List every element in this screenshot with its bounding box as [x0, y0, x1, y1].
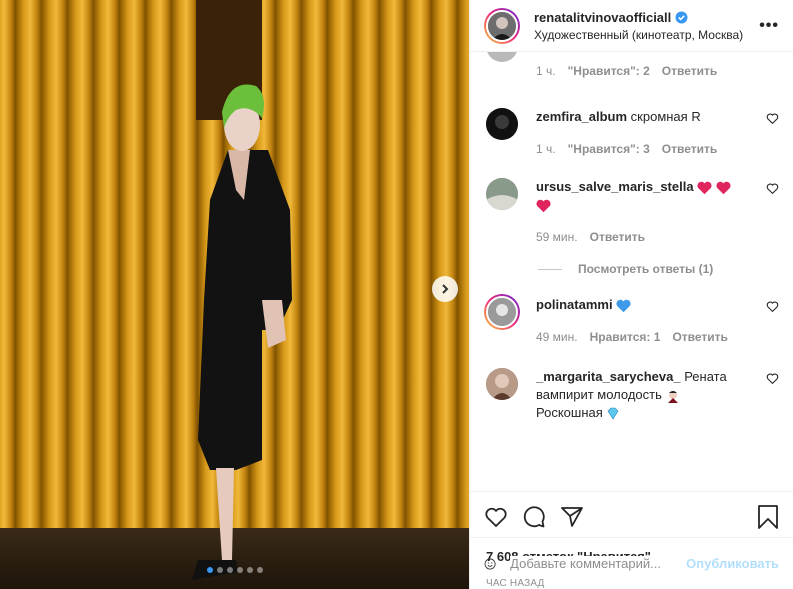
comment-item: _margarita_sarycheva_ Рената вампирит мо…	[486, 368, 779, 422]
comment-text: скромная R	[630, 109, 701, 124]
bookmark-icon	[758, 504, 778, 529]
author-avatar[interactable]	[484, 7, 520, 44]
post-sidebar: renatalitvinova​officiall Художественный…	[469, 0, 793, 589]
comment-time[interactable]: 1 ч.	[536, 62, 556, 80]
comment-input[interactable]	[510, 556, 687, 571]
heart-icon	[485, 507, 507, 527]
comment-username[interactable]: polinatammi	[536, 297, 613, 312]
view-replies-button[interactable]: Посмотреть ответы (1)	[538, 262, 713, 276]
like-comment-heart-icon[interactable]	[766, 112, 779, 125]
chevron-right-icon	[442, 284, 449, 294]
comment-time[interactable]: 49 мин.	[536, 328, 578, 346]
comment-item: ursus_salve_maris_stella 59 мин. Ответит…	[486, 178, 779, 246]
comment-item: polinatammi 49 мин. Нравится: 1 Ответить	[484, 294, 779, 346]
author-username[interactable]: renatalitvinova​officiall	[534, 10, 671, 25]
next-slide-button[interactable]	[432, 276, 458, 302]
post-media[interactable]	[0, 0, 469, 589]
like-comment-heart-icon[interactable]	[766, 182, 779, 195]
reply-button[interactable]: Ответить	[672, 328, 727, 346]
comment-likes[interactable]: "Нравится": 2	[568, 62, 650, 80]
photo-curtain-woman	[0, 0, 469, 589]
carousel-dot	[206, 567, 213, 573]
vampire-emoji	[667, 390, 678, 403]
comment-button[interactable]	[522, 505, 546, 529]
save-button[interactable]	[757, 504, 779, 529]
post-header: renatalitvinova​officiall Художественный…	[470, 0, 793, 52]
post-location[interactable]: Художественный (кинотеатр, Москва)	[534, 28, 759, 42]
carousel-dots	[0, 567, 469, 573]
instagram-post: renatalitvinova​officiall Художественный…	[0, 0, 793, 589]
commenter-avatar[interactable]	[486, 368, 518, 400]
red-heart-emoji	[716, 181, 731, 194]
comment-username[interactable]: _margarita_sarycheva_	[536, 369, 681, 384]
red-heart-emoji	[697, 181, 712, 194]
carousel-dot	[236, 567, 243, 573]
comment-icon	[523, 505, 545, 527]
reply-button[interactable]: Ответить	[662, 140, 717, 158]
smiley-icon[interactable]	[484, 552, 496, 576]
carousel-dot	[226, 567, 233, 573]
post-actions	[470, 491, 793, 541]
reply-button[interactable]: Ответить	[662, 62, 717, 80]
reply-button[interactable]: Ответить	[590, 228, 645, 246]
carousel-dot	[246, 567, 253, 573]
carousel-dot	[256, 567, 263, 573]
verified-badge-icon	[675, 11, 688, 23]
comment-time[interactable]: 59 мин.	[536, 228, 578, 246]
carousel-dot	[216, 567, 223, 573]
comment-text: вампирит молодость	[536, 387, 662, 402]
publish-button[interactable]: Опубликовать	[686, 556, 779, 571]
comment-text: Рената	[684, 369, 727, 384]
commenter-avatar[interactable]	[486, 108, 518, 140]
like-comment-heart-icon[interactable]	[766, 300, 779, 313]
commenter-avatar[interactable]	[484, 294, 520, 330]
add-comment-bar: Опубликовать	[470, 537, 793, 589]
comment-item: 1 ч. "Нравится": 2 Ответить	[486, 52, 779, 80]
share-button[interactable]	[560, 505, 584, 529]
blue-heart-emoji	[616, 299, 631, 312]
share-icon	[561, 506, 583, 527]
like-comment-heart-icon[interactable]	[766, 372, 779, 385]
comment-item: zemfira_album скромная R 1 ч. "Нравится"…	[486, 108, 779, 158]
commenter-avatar[interactable]	[486, 178, 518, 210]
view-replies-label[interactable]: Посмотреть ответы (1)	[578, 262, 713, 276]
comment-likes[interactable]: Нравится: 1	[590, 328, 661, 346]
comment-time[interactable]: 1 ч.	[536, 140, 556, 158]
gem-emoji	[608, 407, 619, 420]
replies-divider	[538, 268, 562, 270]
comment-text: Роскошная	[536, 405, 603, 420]
like-button[interactable]	[484, 505, 508, 529]
more-horizontal-icon[interactable]: •••	[759, 17, 779, 35]
comments-list: 1 ч. "Нравится": 2 Ответить zemfira_albu…	[470, 52, 793, 491]
red-heart-emoji	[536, 199, 551, 212]
comment-username[interactable]: zemfira_album	[536, 109, 627, 124]
commenter-avatar[interactable]	[486, 52, 518, 62]
comment-likes[interactable]: "Нравится": 3	[568, 140, 650, 158]
comment-username[interactable]: ursus_salve_maris_stella	[536, 179, 694, 194]
